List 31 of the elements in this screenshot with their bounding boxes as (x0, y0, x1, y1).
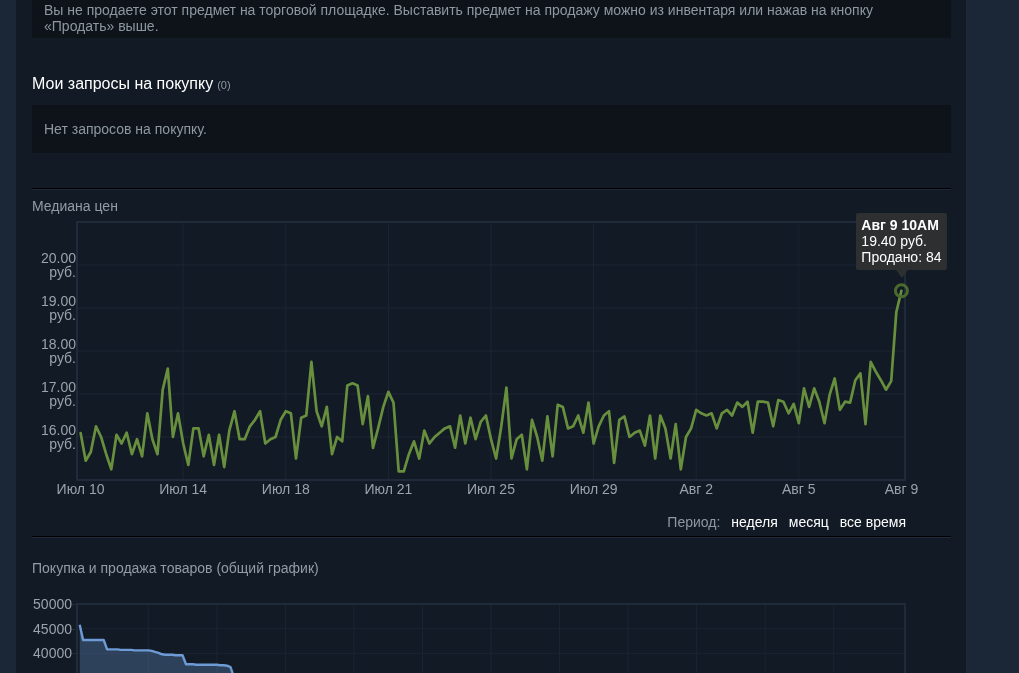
x-axis-label: Июл 29 (569, 481, 618, 497)
order-count: (0) (217, 78, 231, 93)
y-axis-label: 18.00 руб. (40, 337, 76, 365)
y-axis-label: 40000 (33, 646, 72, 661)
tooltip-price: 19.40 руб. (861, 232, 928, 249)
y-axis-label: 45000 (33, 621, 72, 636)
tooltip-date: Авг 9 10AM (861, 216, 940, 233)
x-axis-label: Авг 2 (679, 481, 713, 497)
y-axis-label: 17.00 руб. (40, 380, 76, 408)
x-axis-label: Июл 18 (261, 481, 310, 497)
x-axis-label: Авг 9 (884, 481, 919, 497)
x-axis-label: Июл 10 (56, 481, 105, 497)
period-link[interactable]: месяц (788, 514, 829, 530)
tooltip-sold: Продано: 84 (861, 248, 942, 265)
hover-marker-icon (893, 283, 909, 299)
x-axis-label: Авг 5 (782, 481, 816, 497)
chart-title: Медиана цен (32, 198, 118, 214)
period-label: Период: (667, 514, 721, 530)
notice-text: Вы не продаете этот предмет на торговой площадке. Выставить предмет на продажу можно из инвентаря или нажав на кнопку «Продать» выше. (44, 2, 874, 34)
empty-orders-text: Нет запросов на покупку. (44, 121, 208, 137)
x-axis-label: Июл 25 (467, 481, 515, 497)
x-axis-label: Июл 14 (159, 481, 208, 497)
y-axis-label: 50000 (33, 597, 72, 611)
y-axis-label: 19.00 руб. (40, 294, 76, 322)
period-link[interactable]: все время (839, 514, 906, 530)
y-axis-label: 20.00 руб. (40, 251, 76, 279)
chart-title: Покупка и продажа товаров (общий график) (32, 560, 319, 576)
y-axis-label: 16.00 руб. (40, 423, 76, 451)
section-heading: Мои запросы на покупку (32, 75, 214, 93)
x-axis-label: Июл 21 (364, 481, 413, 497)
period-link[interactable]: неделя (731, 514, 778, 530)
